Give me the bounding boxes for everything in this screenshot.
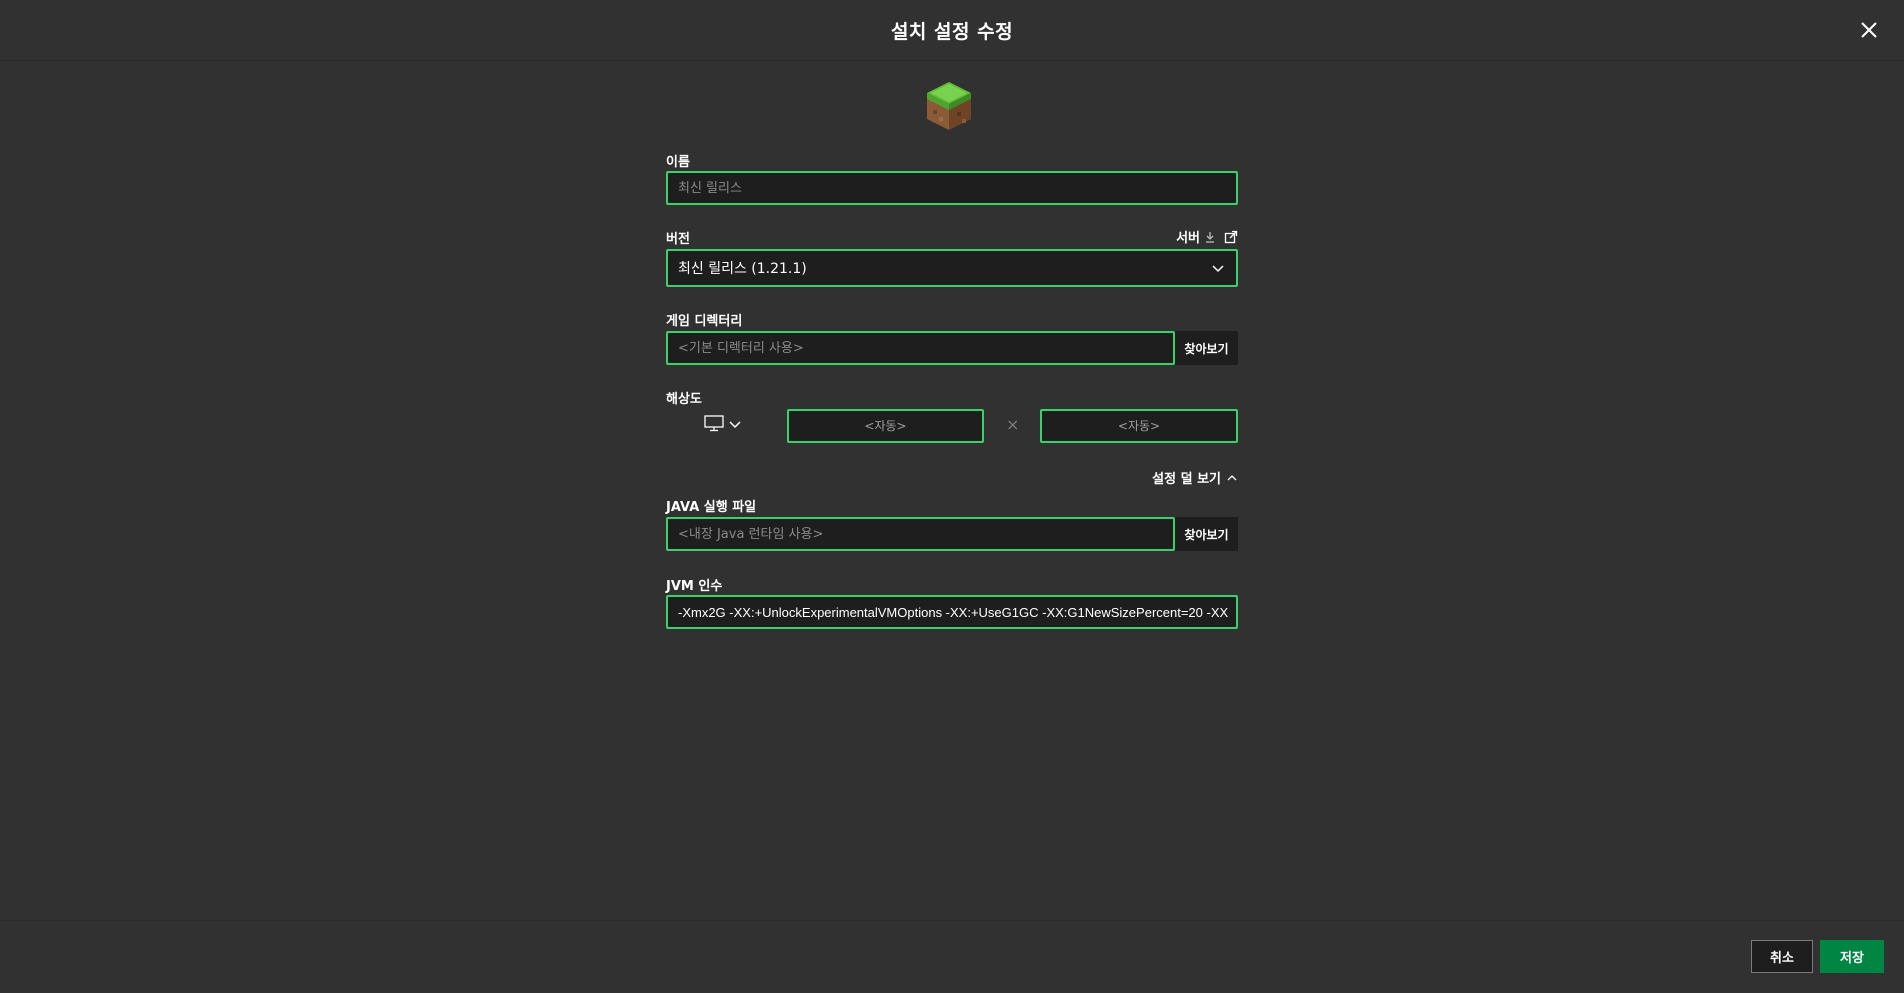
version-label: 버전 <box>666 232 690 247</box>
resolution-width-container <box>787 409 984 443</box>
resolution-separator: × <box>1006 415 1020 434</box>
name-label: 이름 <box>666 155 690 170</box>
grass-block-icon <box>927 82 971 130</box>
dialog-title: 설치 설정 수정 <box>890 20 1014 43</box>
save-button[interactable]: 저장 <box>1820 940 1884 973</box>
installation-icon-button[interactable] <box>924 80 974 132</box>
dialog-footer <box>0 920 1904 993</box>
java-executable-input[interactable] <box>678 519 1173 549</box>
version-select[interactable]: 최신 릴리스 (1.21.1) <box>666 249 1238 287</box>
resolution-height-container <box>1040 409 1238 443</box>
java-executable-label: JAVA 실행 파일 <box>666 500 757 515</box>
close-icon <box>1861 22 1877 38</box>
external-link-icon <box>1224 230 1238 243</box>
monitor-preset-dropdown[interactable] <box>704 415 742 432</box>
dialog-header: 설치 설정 수정 <box>0 0 1904 61</box>
resolution-width-input[interactable] <box>789 411 982 441</box>
game-directory-label: 게임 디렉터리 <box>666 314 743 329</box>
monitor-icon <box>704 415 724 432</box>
toggle-settings-button[interactable]: 설정 덜 보기 <box>1152 468 1238 487</box>
jvm-args-input[interactable] <box>678 597 1228 627</box>
resolution-height-input[interactable] <box>1042 411 1236 441</box>
jvm-args-label: JVM 인수 <box>666 579 723 594</box>
toggle-settings-label: 설정 덜 보기 <box>1152 472 1221 487</box>
download-icon <box>1206 231 1214 243</box>
resolution-label: 해상도 <box>666 392 702 407</box>
java-executable-browse-button[interactable]: 찾아보기 <box>1175 517 1238 551</box>
jvm-args-field-container <box>666 595 1238 629</box>
version-selected-value: 최신 릴리스 (1.21.1) <box>678 261 807 277</box>
name-input[interactable] <box>678 173 1236 203</box>
close-button[interactable] <box>1856 17 1882 43</box>
cancel-button[interactable]: 취소 <box>1751 940 1813 973</box>
game-directory-input[interactable] <box>678 333 1173 363</box>
chevron-up-icon <box>1227 475 1237 481</box>
name-field-container <box>666 171 1238 205</box>
game-directory-field-container <box>666 331 1175 365</box>
chevron-down-icon <box>1212 265 1224 273</box>
server-download-link[interactable]: 서버 <box>1176 227 1238 246</box>
chevron-down-icon <box>729 420 741 428</box>
server-link-label: 서버 <box>1176 231 1200 246</box>
java-executable-field-container <box>666 517 1175 551</box>
game-directory-browse-button[interactable]: 찾아보기 <box>1175 331 1238 365</box>
edit-installation-dialog: 설치 설정 수정 이름 버전 <box>0 0 1904 993</box>
